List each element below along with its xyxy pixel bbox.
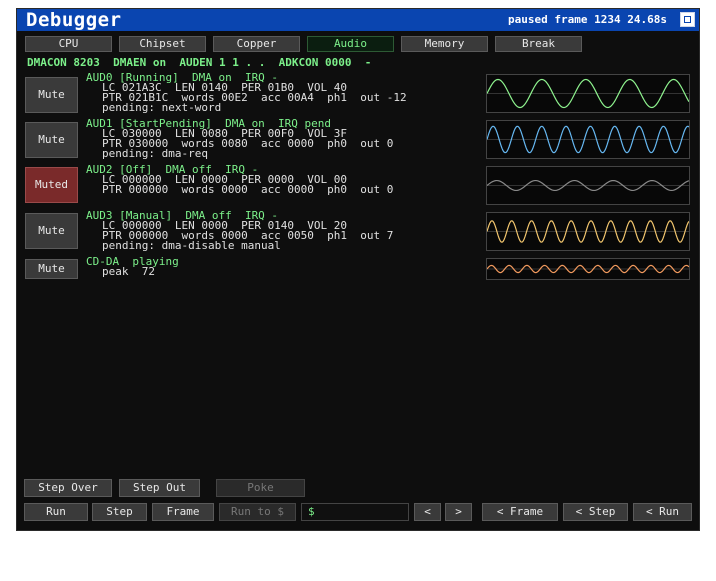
close-icon[interactable] xyxy=(680,12,695,27)
mute-button-aud1[interactable]: Mute xyxy=(25,122,78,158)
aud1-waveform xyxy=(486,120,690,159)
next-arrow-button[interactable]: > xyxy=(445,503,472,521)
debugger-window: Debugger paused frame 1234 24.68s CPU Ch… xyxy=(16,8,700,531)
address-input[interactable]: $ xyxy=(301,503,409,521)
run-button[interactable]: Run xyxy=(24,503,88,521)
cdda-line1: peak 72 xyxy=(102,265,155,278)
frame-button[interactable]: Frame xyxy=(152,503,214,521)
tab-copper[interactable]: Copper xyxy=(213,36,300,52)
aud2-wave-svg xyxy=(486,179,690,192)
mute-button-aud0[interactable]: Mute xyxy=(25,77,78,113)
title-bar[interactable]: Debugger paused frame 1234 24.68s xyxy=(17,9,699,31)
tab-chipset[interactable]: Chipset xyxy=(119,36,206,52)
poke-button[interactable]: Poke xyxy=(216,479,305,497)
dmacon-status: DMACON 8203 DMAEN on AUDEN 1 1 . . ADKCO… xyxy=(27,56,372,69)
run-to-button[interactable]: Run to $ xyxy=(219,503,296,521)
tab-break[interactable]: Break xyxy=(495,36,582,52)
prev-arrow-button[interactable]: < xyxy=(414,503,441,521)
aud0-waveform xyxy=(486,74,690,113)
tab-audio[interactable]: Audio xyxy=(307,36,394,52)
cdda-wave-svg xyxy=(486,264,690,274)
window-title: Debugger xyxy=(26,9,122,31)
mute-button-aud2[interactable]: Muted xyxy=(25,167,78,203)
aud1-wave-svg xyxy=(486,125,690,154)
mute-button-cdda[interactable]: Mute xyxy=(25,259,78,279)
aud0-line3: pending: next-word xyxy=(102,101,222,114)
aud3-wave-svg xyxy=(486,220,690,243)
cdda-waveform xyxy=(486,258,690,280)
aud2-waveform xyxy=(486,166,690,205)
aud3-waveform xyxy=(486,212,690,251)
status-text: paused frame 1234 24.68s xyxy=(508,13,667,26)
tab-cpu[interactable]: CPU xyxy=(25,36,112,52)
step-button[interactable]: Step xyxy=(92,503,147,521)
step-out-button[interactable]: Step Out xyxy=(119,479,200,497)
step-over-button[interactable]: Step Over xyxy=(24,479,112,497)
aud1-line3: pending: dma-req xyxy=(102,147,208,160)
aud0-wave-svg xyxy=(486,78,690,109)
tab-memory[interactable]: Memory xyxy=(401,36,488,52)
aud3-line3: pending: dma-disable manual xyxy=(102,239,281,252)
back-step-button[interactable]: < Step xyxy=(563,503,628,521)
back-frame-button[interactable]: < Frame xyxy=(482,503,558,521)
mute-button-aud3[interactable]: Mute xyxy=(25,213,78,249)
back-run-button[interactable]: < Run xyxy=(633,503,692,521)
aud2-line2: PTR 000000 words 0000 acc 0000 ph0 out 0 xyxy=(102,183,394,196)
